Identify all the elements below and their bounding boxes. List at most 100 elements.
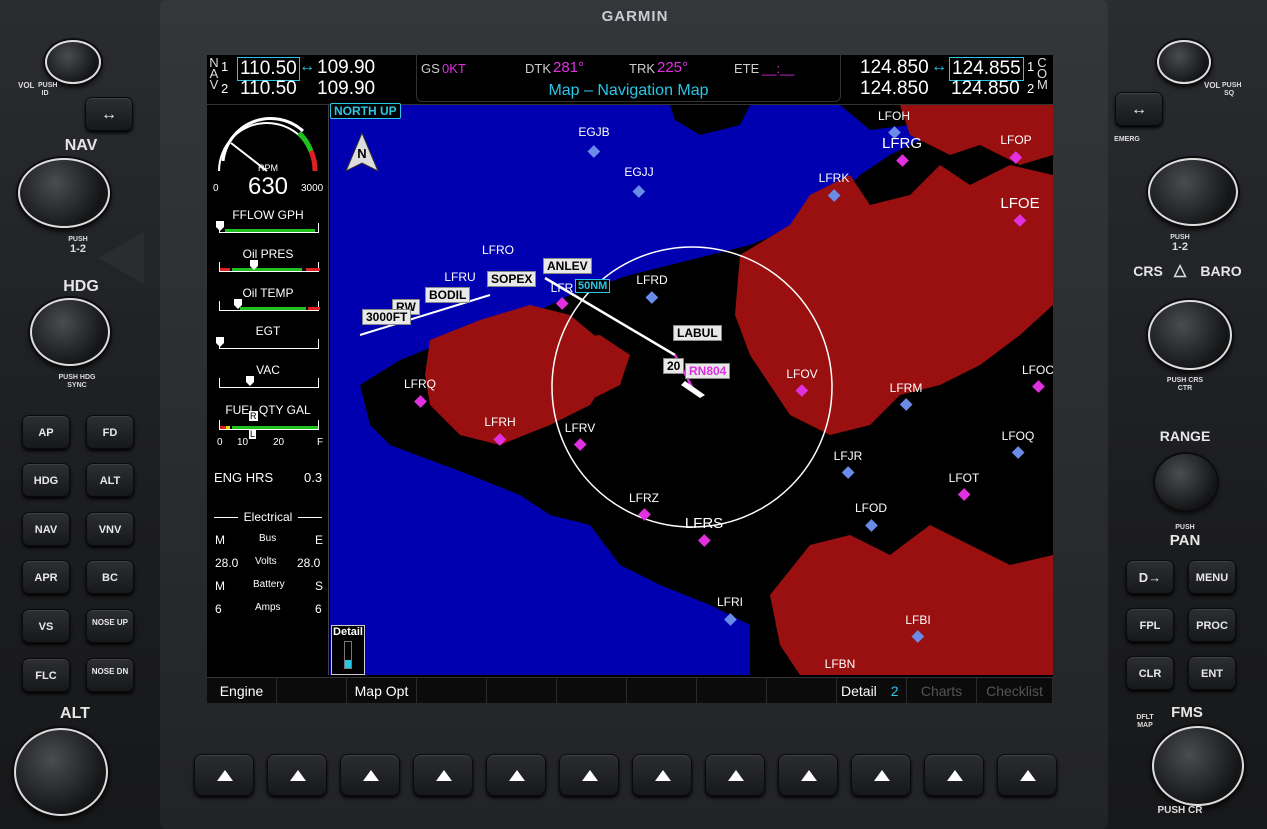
vol-knob-left[interactable] — [45, 40, 101, 84]
bezel-softkey-2[interactable] — [267, 754, 327, 796]
fms-knob[interactable] — [1152, 726, 1244, 806]
bezel-softkey-12[interactable] — [997, 754, 1057, 796]
crs-baro-triangle-icon: △ — [1173, 262, 1187, 279]
route-fix-labul[interactable]: LABUL — [673, 325, 722, 341]
waypoint-lfrm[interactable]: LFRM — [890, 381, 922, 411]
softkey-4[interactable] — [417, 678, 487, 703]
waypoint-lfoc[interactable]: LFOC — [1022, 363, 1053, 393]
route-fix-rn804[interactable]: RN804 — [685, 363, 731, 379]
waypoint-lfoh[interactable]: LFOH — [878, 109, 910, 139]
softkey-6[interactable] — [557, 678, 627, 703]
com-12-label: 1-2 — [1172, 241, 1188, 253]
apr-button[interactable]: APR — [22, 560, 70, 594]
ent-button[interactable]: ENT — [1188, 656, 1236, 690]
crs-baro-knob[interactable] — [1148, 300, 1232, 370]
waypoint-lfop[interactable]: LFOP — [1000, 133, 1032, 164]
hdg-knob[interactable] — [30, 298, 110, 366]
nose-up-button[interactable]: NOSE UP — [86, 609, 134, 643]
route-fix-bodil[interactable]: BODIL — [425, 287, 471, 303]
softkey-checklist[interactable]: Checklist — [977, 678, 1053, 703]
waypoint-lfrd[interactable]: LFRD — [636, 273, 668, 304]
com-label: COM — [1037, 55, 1048, 92]
softkey-charts[interactable]: Charts — [907, 678, 977, 703]
waypoint-lfrz[interactable]: LFRZ — [629, 491, 659, 521]
waypoint-lfov[interactable]: LFOV — [786, 367, 818, 397]
softkey-detail[interactable]: Detail 2 — [837, 678, 907, 703]
bezel-softkey-11[interactable] — [924, 754, 984, 796]
softkey-5[interactable] — [487, 678, 557, 703]
softkey-map-opt[interactable]: Map Opt — [347, 678, 417, 703]
nav-knob[interactable] — [18, 158, 110, 228]
waypoint-lfro[interactable]: LFRO — [482, 243, 514, 257]
route-label-20[interactable]: 20 — [663, 358, 685, 374]
nav2-active-freq[interactable]: 110.50 — [240, 78, 297, 100]
waypoint-lfrh[interactable]: LFRH — [484, 415, 516, 446]
waypoint-lfri[interactable]: LFRI — [717, 595, 743, 626]
flc-button[interactable]: FLC — [22, 658, 70, 692]
vol-knob-right[interactable] — [1157, 40, 1211, 84]
softkey-engine[interactable]: Engine — [207, 678, 277, 703]
waypoint-lfbi[interactable]: LFBI — [905, 613, 931, 643]
alt-knob[interactable] — [14, 728, 108, 816]
bezel-softkey-3[interactable] — [340, 754, 400, 796]
nav-label: NAV — [209, 55, 219, 92]
com2-standby-freq[interactable]: 124.850 — [951, 78, 1020, 100]
hdg-button[interactable]: HDG — [22, 463, 70, 497]
com1-active-freq[interactable]: 124.850 — [860, 57, 929, 79]
bezel-softkey-10[interactable] — [851, 754, 911, 796]
nav2-standby-freq[interactable]: 109.90 — [317, 78, 375, 100]
proc-button[interactable]: PROC — [1188, 608, 1236, 642]
direct-to-button[interactable]: D→ — [1126, 560, 1174, 594]
vnv-button[interactable]: VNV — [86, 512, 134, 546]
alt-button[interactable]: ALT — [86, 463, 134, 497]
nose-dn-button[interactable]: NOSE DN — [86, 658, 134, 692]
waypoint-lfrs[interactable]: LFRS — [685, 515, 723, 547]
nav1-standby-freq[interactable]: 109.90 — [317, 57, 375, 79]
vs-button[interactable]: VS — [22, 609, 70, 643]
waypoint-lfru[interactable]: LFRU — [444, 270, 475, 284]
bezel-softkey-8[interactable] — [705, 754, 765, 796]
route-fix-sopex[interactable]: SOPEX — [487, 271, 537, 287]
waypoint-lfrk[interactable]: LFRK — [819, 171, 849, 202]
nav-swap-button[interactable]: ↔ — [85, 97, 133, 131]
fpl-button[interactable]: FPL — [1126, 608, 1174, 642]
waypoint-lfrq[interactable]: LFRQ — [404, 377, 436, 408]
bezel-softkey-6[interactable] — [559, 754, 619, 796]
menu-button[interactable]: MENU — [1188, 560, 1236, 594]
waypoint-lfrg[interactable]: LFRG — [882, 135, 922, 167]
map-orientation-indicator[interactable]: NORTH UP — [330, 103, 401, 119]
waypoint-lfod[interactable]: LFOD — [855, 501, 887, 532]
bezel-softkey-9[interactable] — [778, 754, 838, 796]
clr-button[interactable]: CLR — [1126, 656, 1174, 690]
com2-active-freq[interactable]: 124.850 — [860, 78, 929, 100]
waypoint-lfrv[interactable]: LFRV — [565, 421, 595, 451]
nav-button[interactable]: NAV — [22, 512, 70, 546]
waypoint-lfoq[interactable]: LFOQ — [1002, 429, 1034, 459]
com-swap-button[interactable]: ↔ — [1115, 92, 1163, 126]
waypoint-egjj[interactable]: EGJJ — [624, 165, 654, 198]
softkey-8[interactable] — [697, 678, 767, 703]
waypoint-lfoe[interactable]: LFOE — [1000, 195, 1040, 227]
waypoint-egjb[interactable]: EGJB — [578, 125, 610, 158]
bezel-softkey-7[interactable] — [632, 754, 692, 796]
bezel-softkey-4[interactable] — [413, 754, 473, 796]
navigation-map[interactable]: EGJB EGJJ LFOH LFRG LFOP LFRK LFOE LFRO … — [330, 105, 1053, 675]
fd-button[interactable]: FD — [86, 415, 134, 449]
ap-button[interactable]: AP — [22, 415, 70, 449]
waypoint-lfbn[interactable]: LFBN — [825, 657, 856, 671]
com-knob[interactable] — [1148, 158, 1238, 226]
range-pan-knob[interactable] — [1155, 454, 1217, 510]
fflow-bar — [216, 221, 319, 233]
waypoint-lfjr[interactable]: LFJR — [834, 449, 862, 479]
bezel-softkey-1[interactable] — [194, 754, 254, 796]
softkey-7[interactable] — [627, 678, 697, 703]
nav2-index: 2 — [221, 81, 229, 96]
softkey-2[interactable] — [277, 678, 347, 703]
route-fix-anlev[interactable]: ANLEV — [543, 258, 592, 274]
softkey-9[interactable] — [767, 678, 837, 703]
bezel-softkey-5[interactable] — [486, 754, 546, 796]
bc-button[interactable]: BC — [86, 560, 134, 594]
waypoint-lfr[interactable]: LFR — [551, 281, 573, 310]
waypoint-lfot[interactable]: LFOT — [949, 471, 979, 501]
route-altitude-3000ft[interactable]: 3000FT — [362, 309, 412, 325]
